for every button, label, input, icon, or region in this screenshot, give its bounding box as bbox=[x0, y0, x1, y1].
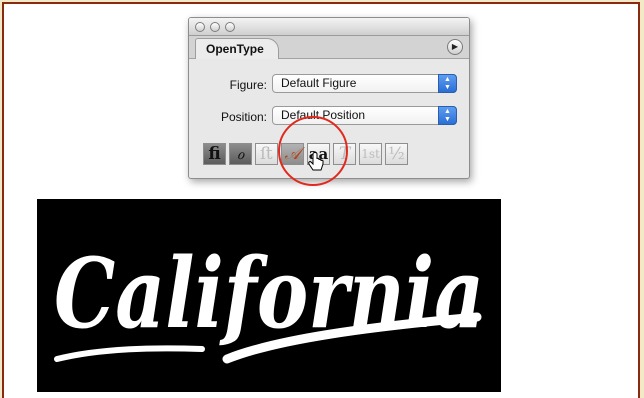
minimize-window-icon[interactable] bbox=[210, 22, 220, 32]
standard-ligatures-icon: fi bbox=[208, 144, 221, 164]
close-window-icon[interactable] bbox=[195, 22, 205, 32]
standard-ligatures-button[interactable]: fi bbox=[203, 143, 226, 165]
select-arrows-icon: ▲ ▼ bbox=[438, 74, 457, 93]
position-label: Position: bbox=[220, 110, 267, 124]
tab-opentype[interactable]: OpenType bbox=[195, 38, 279, 59]
page-frame: OpenType ▶ Figure: Default Figure ▲ ▼ Pos… bbox=[2, 2, 640, 398]
figure-select[interactable]: Default Figure ▲ ▼ bbox=[272, 74, 457, 93]
discretionary-ligatures-icon: ﬅ bbox=[259, 144, 274, 164]
zoom-window-icon[interactable] bbox=[225, 22, 235, 32]
fractions-icon: ½ bbox=[388, 144, 405, 164]
sample-image: California bbox=[37, 199, 501, 392]
fractions-button[interactable]: ½ bbox=[385, 143, 408, 165]
contextual-alternates-icon: ℴ bbox=[236, 144, 245, 164]
ordinals-button[interactable]: 1st bbox=[359, 143, 382, 165]
panel-tab-row: OpenType ▶ bbox=[189, 36, 469, 59]
panel-titlebar[interactable] bbox=[189, 18, 469, 36]
ordinals-icon: 1st bbox=[361, 147, 380, 161]
figure-select-value: Default Figure bbox=[281, 76, 357, 90]
select-arrows-icon: ▲ ▼ bbox=[438, 106, 457, 125]
highlight-circle bbox=[278, 116, 348, 186]
discretionary-ligatures-button[interactable]: ﬅ bbox=[255, 143, 278, 165]
california-text: California bbox=[54, 237, 484, 350]
contextual-alternates-button[interactable]: ℴ bbox=[229, 143, 252, 165]
figure-label: Figure: bbox=[229, 78, 267, 92]
california-script: California bbox=[54, 237, 484, 364]
panel-menu-icon[interactable]: ▶ bbox=[447, 39, 463, 55]
